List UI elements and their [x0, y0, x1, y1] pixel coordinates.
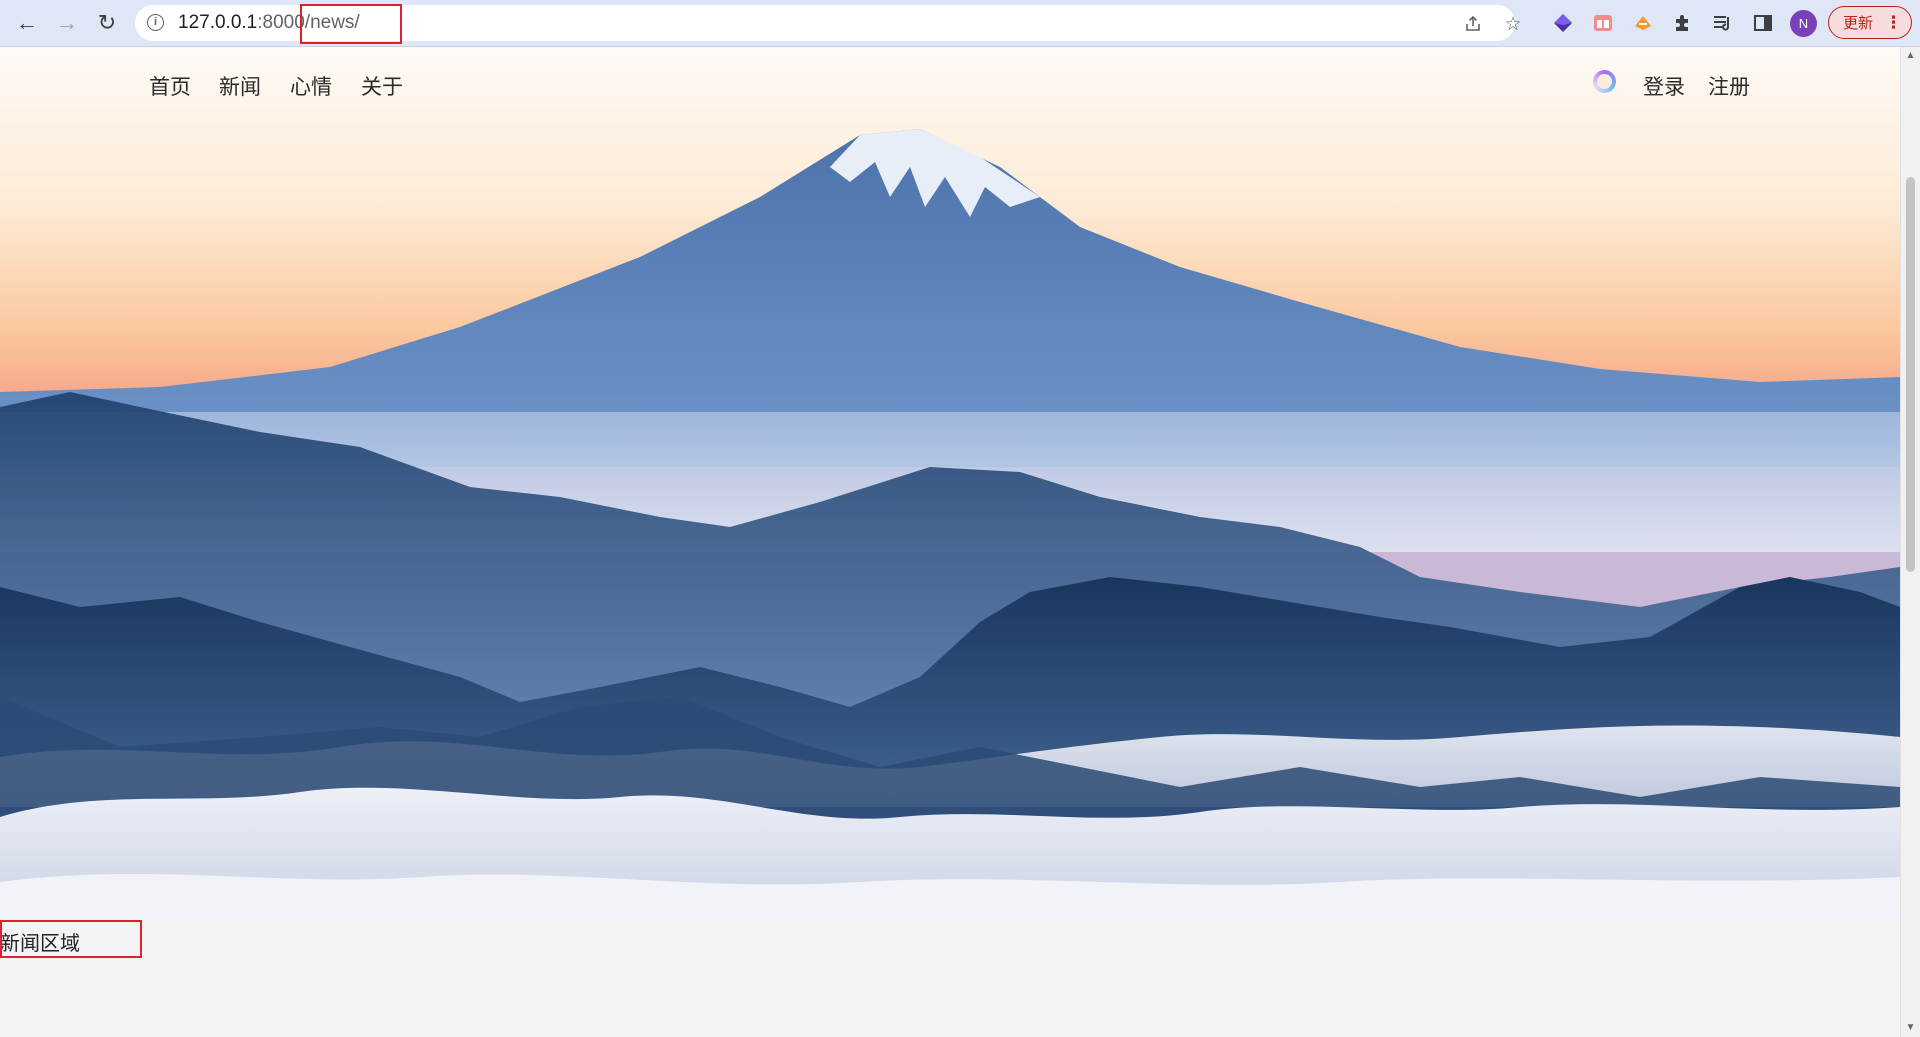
puzzle-icon[interactable]: [1671, 11, 1695, 35]
extension-fox-icon[interactable]: [1631, 11, 1655, 35]
news-title-highlight: [0, 920, 142, 958]
url-port: :8000: [257, 12, 305, 33]
nav-about[interactable]: 关于: [361, 71, 403, 101]
scroll-down-icon[interactable]: ▼: [1901, 1019, 1920, 1037]
browser-toolbar: ← → ↻ i 127.0.0.1:8000/news/ ☆ N 更新 ⋮: [0, 0, 1920, 47]
page-viewport: 首页 新闻 心情 关于 登录 注册 新闻区域: [0, 47, 1900, 1037]
update-button[interactable]: 更新 ⋮: [1828, 6, 1912, 39]
register-link[interactable]: 注册: [1708, 71, 1750, 101]
nav-home[interactable]: 首页: [149, 71, 191, 101]
update-label: 更新: [1843, 15, 1874, 32]
scroll-up-icon[interactable]: ▲: [1901, 47, 1920, 65]
reload-icon[interactable]: ↻: [91, 7, 123, 39]
forward-arrow-icon[interactable]: →: [51, 7, 83, 39]
more-menu-icon: ⋮: [1885, 12, 1903, 32]
side-panel-icon[interactable]: [1751, 11, 1775, 35]
hero-background-image: [0, 47, 1900, 921]
login-link[interactable]: 登录: [1643, 71, 1685, 101]
extension-window-icon[interactable]: [1591, 11, 1615, 35]
page-scrollbar[interactable]: ▲ ▼: [1900, 47, 1920, 1037]
news-section: 新闻区域: [0, 921, 1900, 1037]
site-info-icon[interactable]: i: [147, 14, 164, 31]
media-control-icon[interactable]: [1711, 11, 1735, 35]
scroll-thumb[interactable]: [1906, 177, 1915, 572]
profile-avatar[interactable]: N: [1790, 10, 1817, 37]
loading-spinner-icon: [1593, 70, 1616, 93]
back-arrow-icon[interactable]: ←: [11, 7, 43, 39]
url-path-highlight: [300, 4, 402, 44]
site-navbar: 首页 新闻 心情 关于 登录 注册: [0, 47, 1900, 127]
nav-mood[interactable]: 心情: [290, 71, 332, 101]
url-host: 127.0.0.1: [178, 12, 258, 33]
nav-news[interactable]: 新闻: [219, 71, 261, 101]
extension-diamond-icon[interactable]: [1551, 11, 1575, 35]
share-icon[interactable]: [1460, 11, 1486, 37]
star-icon[interactable]: ☆: [1500, 11, 1526, 37]
